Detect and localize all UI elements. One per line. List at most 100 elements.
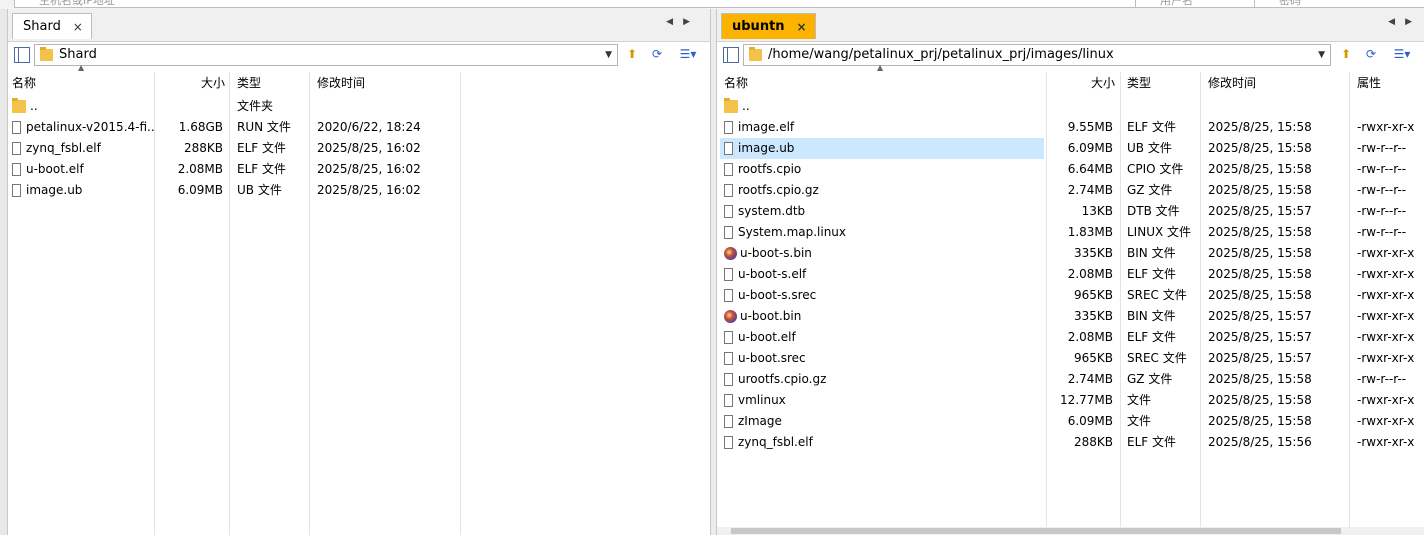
tab-scroll-arrows[interactable]: ◀▶: [1388, 17, 1422, 27]
file-icon: [724, 163, 733, 176]
header-modified[interactable]: 修改时间: [317, 72, 365, 94]
file-name-text: u-boot-s.srec: [738, 288, 817, 302]
close-icon[interactable]: ×: [796, 14, 806, 40]
file-modified-text: 2020/6/22, 18:24: [317, 120, 421, 134]
file-size-text: 6.09MB: [177, 183, 223, 197]
header-size[interactable]: 大小: [155, 72, 225, 94]
file-modified-text: 2025/8/25, 15:57: [1208, 351, 1312, 365]
file-row[interactable]: u-boot.elf 2.08MB ELF 文件 2025/8/25, 15:57 -r…: [717, 327, 1424, 348]
sort-up-icon: ▲: [78, 63, 85, 72]
tree-toggle-icon[interactable]: [14, 47, 30, 63]
chevron-down-icon[interactable]: ▼: [605, 45, 612, 65]
tab-shard[interactable]: Shard ×: [12, 13, 92, 39]
file-attributes-text: -rwxr-xr-x: [1357, 246, 1415, 260]
header-name[interactable]: 名称: [12, 72, 36, 94]
horizontal-scrollbar[interactable]: [717, 527, 1424, 535]
file-name: urootfs.cpio.gz: [720, 369, 1044, 390]
file-modified: 2025/8/25, 15:58: [1208, 180, 1348, 201]
file-row[interactable]: rootfs.cpio.gz 2.74MB GZ 文件 2025/8/25, 15:5…: [717, 180, 1424, 201]
file-row[interactable]: urootfs.cpio.gz 2.74MB GZ 文件 2025/8/25, 15:…: [717, 369, 1424, 390]
file-size: 1.83MB: [1047, 222, 1113, 243]
file-size: 9.55MB: [1047, 117, 1113, 138]
tab-ubuntn[interactable]: ubuntn ×: [721, 13, 816, 39]
tab-scroll-arrows[interactable]: ◀▶: [666, 17, 700, 27]
file-icon: [724, 415, 733, 428]
file-icon: [724, 289, 733, 302]
remote-tab-bar: ubuntn × ◀▶: [717, 9, 1424, 42]
refresh-icon[interactable]: ⟳: [1362, 45, 1380, 63]
file-type-text: 文件: [1127, 393, 1152, 407]
file-name-text: ..: [742, 99, 750, 113]
host-input[interactable]: 主机名或IP地址: [14, 0, 1150, 8]
file-name-text: zImage: [738, 414, 782, 428]
password-input[interactable]: 密码: [1254, 0, 1424, 8]
file-row[interactable]: u-boot-s.bin 335KB BIN 文件 2025/8/25, 15:58 -…: [717, 243, 1424, 264]
file-row[interactable]: ..: [717, 96, 1424, 117]
file-row[interactable]: .. 文件夹: [8, 96, 710, 117]
file-row[interactable]: system.dtb 13KB DTB 文件 2025/8/25, 15:57 -rw-…: [717, 201, 1424, 222]
file-type: BIN 文件: [1127, 306, 1200, 327]
file-row[interactable]: u-boot-s.srec 965KB SREC 文件 2025/8/25, 15:5…: [717, 285, 1424, 306]
parent-folder-icon[interactable]: ⬆: [623, 45, 641, 63]
file-name-text: System.map.linux: [738, 225, 847, 239]
close-icon[interactable]: ×: [73, 14, 83, 40]
file-type-text: DTB 文件: [1127, 204, 1180, 218]
file-icon: [12, 163, 21, 176]
chevron-down-icon[interactable]: ▼: [1318, 45, 1325, 65]
file-modified: 2025/8/25, 15:58: [1208, 369, 1348, 390]
bin-icon: [724, 310, 737, 323]
refresh-icon[interactable]: ⟳: [648, 45, 666, 63]
file-attributes-text: -rwxr-xr-x: [1357, 309, 1415, 323]
header-size[interactable]: 大小: [1047, 72, 1115, 94]
file-row[interactable]: vmlinux 12.77MB 文件 2025/8/25, 15:58 -rwxr-xr…: [717, 390, 1424, 411]
file-row[interactable]: petalinux-v2015.4-fi... 1.68GB RUN 文件 2020/…: [8, 117, 710, 138]
file-type-text: UB 文件: [1127, 141, 1172, 155]
file-type: ELF 文件: [237, 138, 309, 159]
file-modified-text: 2025/8/25, 15:58: [1208, 246, 1312, 260]
header-modified[interactable]: 修改时间: [1208, 72, 1256, 94]
file-row[interactable]: image.ub 6.09MB UB 文件 2025/8/25, 16:02: [8, 180, 710, 201]
file-row[interactable]: u-boot.srec 965KB SREC 文件 2025/8/25, 15:57 -…: [717, 348, 1424, 369]
file-row[interactable]: zImage 6.09MB 文件 2025/8/25, 15:58 -rwxr-xr-x: [717, 411, 1424, 432]
local-path-input[interactable]: Shard ▼: [34, 44, 618, 66]
parent-folder-icon[interactable]: ⬆: [1337, 45, 1355, 63]
file-type-text: 文件: [1127, 414, 1152, 428]
view-menu-icon[interactable]: ☰▾: [1389, 45, 1415, 63]
header-type[interactable]: 类型: [237, 72, 261, 94]
file-row[interactable]: u-boot.bin 335KB BIN 文件 2025/8/25, 15:57 -rw…: [717, 306, 1424, 327]
file-row[interactable]: zynq_fsbl.elf 288KB ELF 文件 2025/8/25, 15:56…: [717, 432, 1424, 453]
tree-toggle-icon[interactable]: [723, 47, 739, 63]
pane-splitter[interactable]: [710, 9, 717, 535]
header-type[interactable]: 类型: [1127, 72, 1151, 94]
file-name: System.map.linux: [720, 222, 1044, 243]
header-name[interactable]: 名称: [724, 72, 748, 94]
file-type-text: GZ 文件: [1127, 372, 1173, 386]
view-menu-icon[interactable]: ☰▾: [675, 45, 701, 63]
file-size-text: 1.68GB: [178, 120, 223, 134]
file-modified: 2025/8/25, 15:58: [1208, 117, 1348, 138]
file-row[interactable]: image.elf 9.55MB ELF 文件 2025/8/25, 15:58 -rw…: [717, 117, 1424, 138]
file-row[interactable]: image.ub 6.09MB UB 文件 2025/8/25, 15:58 -rw-r…: [717, 138, 1424, 159]
file-type: LINUX 文件: [1127, 222, 1200, 243]
username-input[interactable]: 用户名: [1135, 0, 1273, 8]
file-row[interactable]: u-boot-s.elf 2.08MB ELF 文件 2025/8/25, 15:58…: [717, 264, 1424, 285]
file-size: 288KB: [1047, 432, 1113, 453]
file-name: u-boot-s.srec: [720, 285, 1044, 306]
file-type: ELF 文件: [1127, 327, 1200, 348]
file-attributes-text: -rwxr-xr-x: [1357, 120, 1415, 134]
remote-path-input[interactable]: /home/wang/petalinux_prj/petalinux_prj/i…: [743, 44, 1331, 66]
file-row[interactable]: System.map.linux 1.83MB LINUX 文件 2025/8/25,…: [717, 222, 1424, 243]
file-size-text: 2.74MB: [1067, 183, 1113, 197]
file-attributes: -rwxr-xr-x: [1357, 117, 1423, 138]
file-row[interactable]: u-boot.elf 2.08MB ELF 文件 2025/8/25, 16:02: [8, 159, 710, 180]
file-icon: [724, 184, 733, 197]
scrollbar-thumb[interactable]: [731, 528, 1341, 534]
folder-icon: [724, 98, 738, 113]
file-row[interactable]: rootfs.cpio 6.64MB CPIO 文件 2025/8/25, 15:58…: [717, 159, 1424, 180]
file-type-text: BIN 文件: [1127, 246, 1176, 260]
file-name: zynq_fsbl.elf: [720, 432, 1044, 453]
header-attributes[interactable]: 属性: [1357, 72, 1381, 94]
file-row[interactable]: zynq_fsbl.elf 288KB ELF 文件 2025/8/25, 16:02: [8, 138, 710, 159]
file-name-text: u-boot-s.elf: [738, 267, 807, 281]
remote-pane: ubuntn × ◀▶ /home/wang/petalinux_prj/pet…: [717, 9, 1424, 535]
